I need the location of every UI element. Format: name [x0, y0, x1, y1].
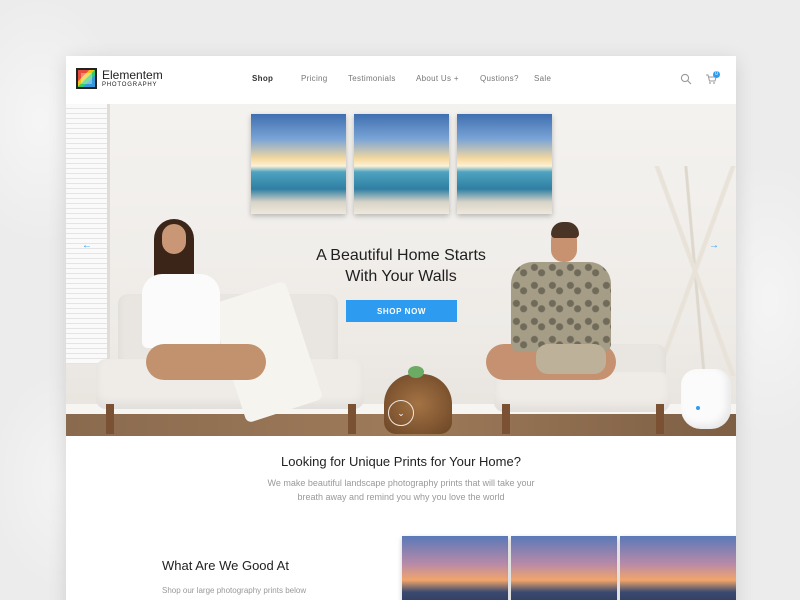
- hero-image-vase: [681, 369, 731, 429]
- good-at-subtitle: Shop our large photography prints below: [162, 586, 307, 595]
- hero-image-chair-leg: [502, 404, 510, 434]
- product-image-panel[interactable]: [402, 536, 508, 600]
- scroll-down-button[interactable]: ⌄: [388, 400, 414, 426]
- product-image-panel[interactable]: [511, 536, 617, 600]
- hero-title-line: A Beautiful Home Starts: [316, 247, 486, 264]
- hero-title: A Beautiful Home Starts With Your Walls: [266, 245, 536, 287]
- hero-image-plant: [408, 366, 424, 378]
- logo-text: Elementem PHOTOGRAPHY: [102, 69, 163, 88]
- hero-image-branches: [654, 166, 736, 376]
- hero-image-window: [66, 104, 110, 364]
- hero-image-person: [162, 224, 186, 254]
- intro-text-line: We make beautiful landscape photography …: [267, 478, 535, 488]
- arrow-right-icon[interactable]: →: [709, 241, 719, 251]
- header: Elementem PHOTOGRAPHY Shop Pricing Testi…: [66, 56, 736, 104]
- carousel-dot[interactable]: [696, 406, 700, 410]
- nav-item-about-us[interactable]: About Us +: [416, 74, 459, 83]
- intro-text: We make beautiful landscape photography …: [251, 476, 551, 504]
- nav-item-questions[interactable]: Qustions?: [480, 74, 519, 83]
- hero-image-chair-leg: [656, 404, 664, 434]
- nav-item-sale[interactable]: Sale: [534, 74, 551, 83]
- cart-count-badge: 0: [713, 71, 720, 78]
- nav-item-testimonials[interactable]: Testimonials: [348, 74, 396, 83]
- chevron-down-icon: ⌄: [397, 407, 405, 418]
- shop-now-button[interactable]: SHOP NOW: [346, 300, 457, 322]
- nav-item-shop[interactable]: Shop: [252, 74, 273, 83]
- hero-banner: A Beautiful Home Starts With Your Walls …: [66, 104, 736, 436]
- hero-image-person: [551, 222, 579, 238]
- website-frame: Elementem PHOTOGRAPHY Shop Pricing Testi…: [66, 56, 736, 600]
- hero-title-line: With Your Walls: [345, 268, 457, 285]
- hero-print-panel: [354, 114, 449, 214]
- search-icon[interactable]: [680, 73, 692, 85]
- brand-sub: PHOTOGRAPHY: [102, 82, 158, 88]
- brand-logo[interactable]: Elementem PHOTOGRAPHY: [76, 68, 163, 89]
- intro-text-line: breath away and remind you why you love …: [297, 492, 505, 502]
- nav-item-pricing[interactable]: Pricing: [301, 74, 328, 83]
- good-at-title: What Are We Good At: [162, 558, 289, 573]
- hero-image-person: [536, 344, 606, 374]
- carousel-dots: [696, 406, 700, 410]
- product-image-panel[interactable]: [620, 536, 736, 600]
- brand-name: Elementem: [102, 68, 163, 82]
- hero-print-panel: [251, 114, 346, 214]
- arrow-left-icon[interactable]: ←: [82, 241, 92, 251]
- hero-image-person: [142, 274, 220, 348]
- logo-mark-icon: [76, 68, 97, 89]
- hero-image-chair-leg: [348, 404, 356, 434]
- intro-title: Looking for Unique Prints for Your Home?: [281, 454, 521, 469]
- hero-print-panel: [457, 114, 552, 214]
- hero-image-chair-leg: [106, 404, 114, 434]
- hero-image-person: [146, 344, 266, 380]
